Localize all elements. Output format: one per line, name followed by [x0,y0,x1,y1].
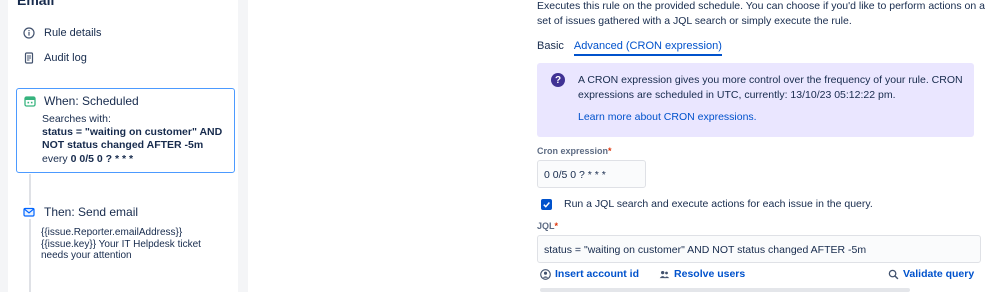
menu-item-label: Rule details [44,27,102,39]
jql-label-text: JQL [537,221,555,231]
tab-advanced-cron[interactable]: Advanced (CRON expression) [573,38,722,56]
cron-info-text: A CRON expression gives you more control… [578,74,963,101]
rule-flow-connector [29,174,31,292]
person-circle-icon [540,268,551,280]
calendar-icon [24,95,36,107]
trigger-query: status = "waiting on customer" AND NOT s… [42,126,223,152]
run-jql-option[interactable]: Run a JQL search and execute actions for… [541,198,873,210]
jql-label: JQL* [537,221,558,231]
cron-info-panel: ? A CRON expression gives you more contr… [537,63,974,137]
trigger-title: When: Scheduled [44,94,139,108]
resolve-users-label: Resolve users [674,268,746,280]
trigger-summary: Searches with: status = "waiting on cust… [42,113,232,166]
jql-actions: Insert account id Resolve users Validate… [540,268,974,280]
question-circle-icon: ? [551,73,565,87]
envelope-icon [22,205,36,219]
trigger-component-card[interactable]: When: Scheduled Searches with: status = … [16,88,235,173]
trigger-cron: 0 0/5 0 ? * * * [70,152,134,165]
required-mark: * [608,146,612,156]
schedule-description: Executes this rule on the provided sched… [537,0,985,27]
action-recipient: {{issue.Reporter.emailAddress}} [41,227,183,238]
search-icon [888,269,899,280]
resolve-users-link[interactable]: Resolve users [659,268,745,280]
info-circle-icon [22,26,36,40]
trigger-searches-with: Searches with: [42,113,111,125]
next-field-partial [540,288,910,292]
action-subject: {{issue.key}} Your IT Helpdesk ticket ne… [41,238,201,262]
insert-account-id-link[interactable]: Insert account id [540,268,639,280]
menu-item-audit-log[interactable]: Audit log [22,48,87,68]
action-header[interactable]: Then: Send email [22,205,139,219]
action-summary: {{issue.Reporter.emailAddress}} {{issue.… [41,227,226,262]
jql-query-input[interactable]: status = "waiting on customer" AND NOT s… [537,235,981,263]
menu-item-label: Audit log [44,52,87,64]
insert-account-id-label: Insert account id [555,268,640,280]
run-jql-label: Run a JQL search and execute actions for… [564,198,873,210]
cron-expression-input[interactable]: 0 0/5 0 ? * * * [537,160,646,188]
validate-query-link[interactable]: Validate query [888,268,974,280]
validate-query-label: Validate query [903,268,975,280]
action-title: Then: Send email [44,205,139,219]
rule-sidebar: Email Rule details Audit log When: Sched… [0,0,248,292]
cron-expression-label: Cron expression* [537,146,612,156]
required-mark: * [554,221,559,231]
trigger-every-prefix: every [42,152,71,165]
schedule-mode-tabs: Basic Advanced (CRON expression) [537,38,732,56]
menu-item-rule-details[interactable]: Rule details [22,23,101,43]
document-icon [22,51,36,65]
cron-learn-more-link[interactable]: Learn more about CRON expressions. [578,111,757,123]
people-icon [659,269,670,280]
trigger-header: When: Scheduled [24,94,139,108]
checkmark-icon [543,201,550,208]
cron-expression-label-text: Cron expression [537,146,609,156]
tab-basic[interactable]: Basic [537,38,564,56]
run-jql-checkbox[interactable] [541,198,552,210]
rule-name-title: Email [17,0,55,8]
